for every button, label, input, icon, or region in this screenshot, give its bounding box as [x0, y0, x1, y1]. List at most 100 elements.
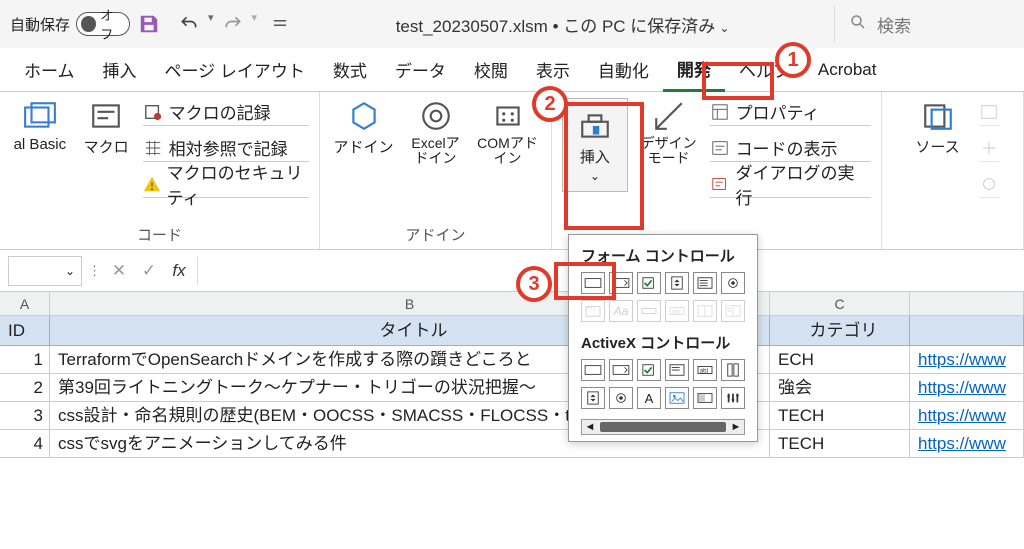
ax-combobox-control[interactable] [609, 359, 633, 381]
ax-listbox-control[interactable] [665, 359, 689, 381]
tab-insert[interactable]: 挿入 [89, 49, 151, 90]
toolbox-icon [577, 108, 613, 144]
form-combo-dropdown-control [721, 300, 745, 322]
autosave: 自動保存 オフ [10, 12, 130, 36]
colhdr-d[interactable] [910, 292, 1024, 315]
insert-controls-button[interactable]: 挿入 ⌄ [562, 98, 628, 192]
visual-basic-icon [22, 98, 58, 134]
worksheet-grid[interactable]: A B C ID タイトル カテゴリ 1 TerraformでOpenSearc… [0, 292, 1024, 458]
tab-data[interactable]: データ [381, 49, 460, 90]
insert-controls-dropdown: フォーム コントロール XYZ Aa ab| ActiveX コントロール ab… [568, 234, 758, 442]
toggle-knob [81, 16, 96, 32]
hdr-cat: カテゴリ [770, 316, 910, 345]
form-button-control[interactable] [581, 272, 605, 294]
ax-morecontrols-control[interactable] [721, 387, 745, 409]
confirm-formula-button[interactable]: ✓ [137, 259, 161, 283]
table-row[interactable]: 3 css設計・命名規則の歴史(BEM・OOCSS・SMACSS・FLOCSS・… [0, 402, 1024, 430]
form-optionbutton-control[interactable] [721, 272, 745, 294]
record-macro-button[interactable]: マクロの記録 [143, 98, 309, 126]
design-mode-icon [651, 98, 687, 134]
ax-label-control[interactable]: A [637, 387, 661, 409]
redo-icon[interactable] [220, 11, 246, 37]
ax-scrollbar-control[interactable] [721, 359, 745, 381]
run-dialog-button[interactable]: ダイアログの実行 [710, 170, 871, 198]
table-row[interactable]: 2 第39回ライトニングトーク～ケプナー・トリゴーの状況把握～ 強会 https… [0, 374, 1024, 402]
qat-overflow-icon[interactable] [271, 14, 291, 34]
record-macro-icon [143, 102, 163, 122]
form-controls-label: フォーム コントロール [581, 245, 745, 266]
form-textfield-control: ab| [665, 300, 689, 322]
formula-bar: ⌄ ⋮ ✕ ✓ fx [0, 250, 1024, 292]
file-title[interactable]: test_20230507.xlsm • この PC に保存済み⌄ [299, 12, 826, 37]
annotation-1: 1 [775, 42, 811, 78]
source-button[interactable]: ソース [907, 98, 969, 157]
macro-security-button[interactable]: マクロのセキュリティ [143, 170, 309, 198]
url-link[interactable]: https://www [918, 350, 1006, 369]
visual-basic-button[interactable]: al Basic [10, 98, 70, 153]
properties-button[interactable]: プロパティ [710, 98, 871, 126]
design-mode-button[interactable]: デザインモード [638, 98, 700, 167]
colhdr-c[interactable]: C [770, 292, 910, 315]
undo-icon[interactable] [176, 11, 202, 37]
ax-commandbutton-control[interactable] [581, 359, 605, 381]
redo-chevron-icon[interactable]: ▾ [252, 11, 258, 37]
ax-spinbutton-control[interactable] [581, 387, 605, 409]
table-row[interactable]: 1 TerraformでOpenSearchドメインを作成する際の躓きどころと … [0, 346, 1024, 374]
url-link[interactable]: https://www [918, 434, 1006, 453]
source-icon [920, 98, 956, 134]
macros-button[interactable]: マクロ [80, 98, 133, 157]
activex-controls-label: ActiveX コントロール [581, 332, 745, 353]
form-checkbox-control[interactable] [637, 272, 661, 294]
properties-icon [710, 102, 730, 122]
group-label-addins: アドイン [405, 222, 465, 247]
colhdr-a[interactable]: A [0, 292, 50, 315]
column-headers: A B C [0, 292, 1024, 316]
name-box[interactable]: ⌄ [8, 256, 82, 286]
tab-review[interactable]: 校閲 [460, 49, 522, 90]
table-row[interactable]: 4 cssでsvgをアニメーションしてみる件 TECH https://www [0, 430, 1024, 458]
ax-image-control[interactable] [665, 387, 689, 409]
scroll-left-icon[interactable]: ◄ [582, 421, 598, 433]
ax-togglebutton-control[interactable] [693, 387, 717, 409]
tab-automate[interactable]: 自動化 [584, 49, 663, 90]
ribbon-tabstrip: ホーム 挿入 ページ レイアウト 数式 データ 校閲 表示 自動化 開発 ヘルプ… [0, 48, 1024, 92]
toggle-text: オフ [100, 5, 125, 43]
tab-formulas[interactable]: 数式 [319, 49, 381, 90]
excel-addins-button[interactable]: Excelアドイン [405, 98, 467, 167]
url-link[interactable]: https://www [918, 378, 1006, 397]
undo-chevron-icon[interactable]: ▾ [208, 11, 214, 37]
tab-view[interactable]: 表示 [522, 49, 584, 90]
url-link[interactable]: https://www [918, 406, 1006, 425]
com-addins-button[interactable]: COMアドイン [477, 98, 539, 167]
form-groupbox-control[interactable]: XYZ [581, 300, 605, 322]
ribbon: al Basic マクロ マクロの記録 相対参照で記録 マクロのセキュリティ コ… [0, 92, 1024, 250]
dropdown-scrollbar[interactable]: ◄ ► [581, 419, 745, 435]
search-box[interactable]: 検索 [834, 5, 1014, 43]
scroll-right-icon[interactable]: ► [728, 421, 744, 433]
chevron-down-icon: ⌄ [65, 264, 75, 278]
cancel-formula-button[interactable]: ✕ [107, 259, 131, 283]
ax-checkbox-control[interactable] [637, 359, 661, 381]
ax-textbox-control[interactable]: ab| [693, 359, 717, 381]
addins-button[interactable]: アドイン [333, 98, 395, 157]
tab-developer[interactable]: 開発 [663, 48, 725, 92]
svg-text:ab|: ab| [700, 368, 709, 375]
form-combobox-control[interactable] [609, 272, 633, 294]
annotation-2: 2 [532, 86, 568, 122]
save-icon[interactable] [138, 13, 160, 35]
tab-home[interactable]: ホーム [10, 49, 89, 90]
autosave-toggle[interactable]: オフ [76, 12, 130, 36]
form-listbox-control[interactable] [693, 272, 717, 294]
annotation-3: 3 [516, 266, 552, 302]
tab-pagelayout[interactable]: ページ レイアウト [151, 49, 319, 90]
form-scrollbar-control[interactable] [637, 300, 661, 322]
svg-text:ab|: ab| [672, 309, 681, 316]
scroll-thumb[interactable] [600, 422, 726, 432]
hdr-id: ID [0, 316, 50, 345]
form-label-control[interactable]: Aa [609, 300, 633, 322]
map-properties-button [979, 98, 999, 126]
ax-optionbutton-control[interactable] [609, 387, 633, 409]
form-spinbutton-control[interactable] [665, 272, 689, 294]
tab-acrobat[interactable]: Acrobat [804, 52, 891, 88]
fx-button[interactable]: fx [167, 259, 191, 283]
